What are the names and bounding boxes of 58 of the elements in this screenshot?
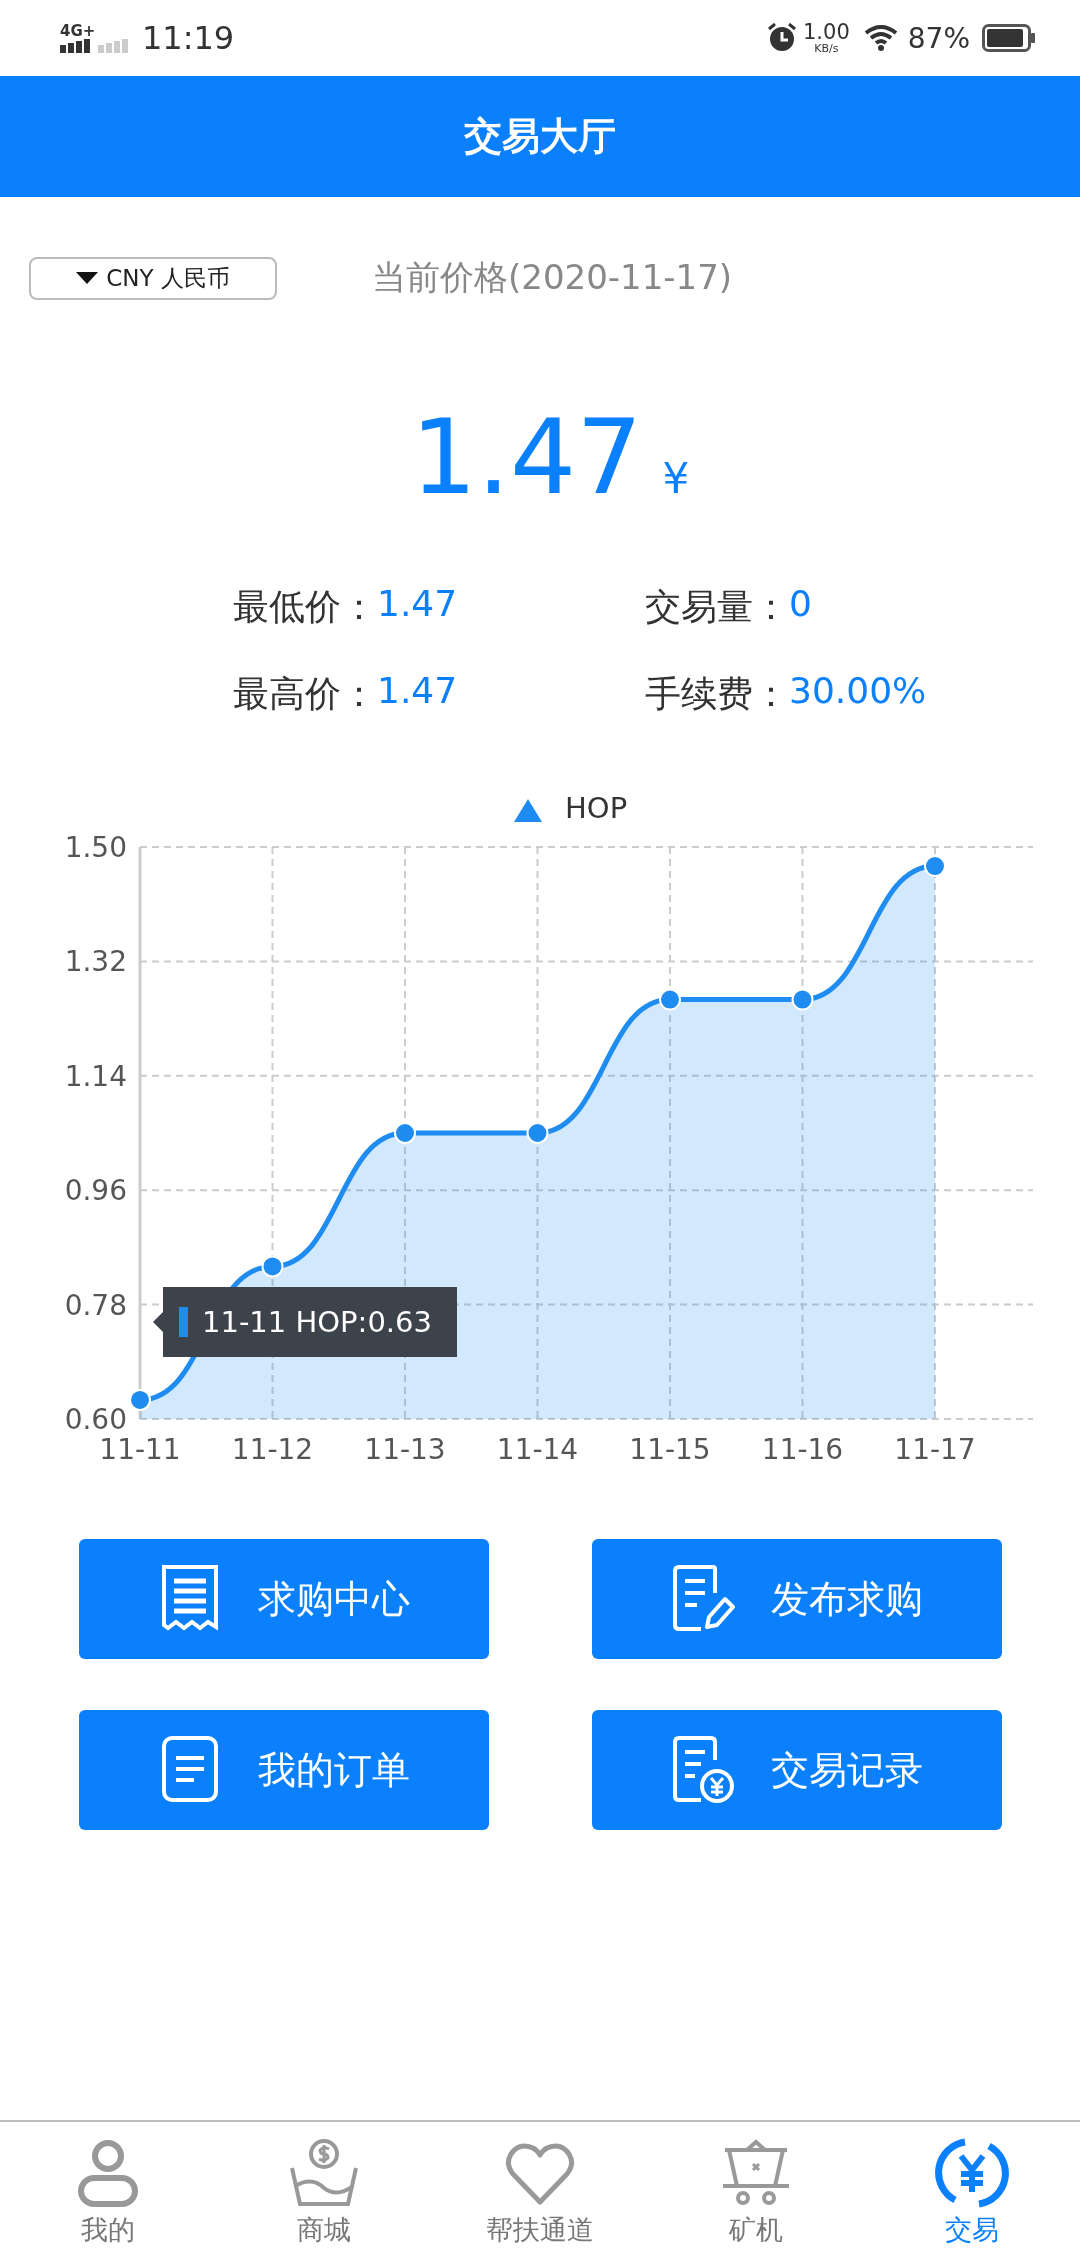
point bbox=[129, 1388, 151, 1411]
stat-value: 30.00% bbox=[789, 670, 927, 713]
y-axis-label: 0.78 bbox=[64, 1288, 127, 1322]
x-axis-label: 11-13 bbox=[364, 1433, 446, 1466]
action-button[interactable]: 我的订单 bbox=[79, 1710, 489, 1830]
y-axis-label: 0.60 bbox=[64, 1403, 127, 1436]
action-button[interactable]: 发布求购 bbox=[592, 1539, 1002, 1659]
x-axis-label: 11-14 bbox=[496, 1433, 579, 1466]
legend-icon bbox=[514, 799, 542, 822]
nav-tab[interactable]: 矿机 bbox=[648, 2122, 864, 2256]
caret-icon bbox=[76, 272, 99, 284]
nav-tab[interactable]: 帮扶通道 bbox=[432, 2122, 648, 2256]
document-yen-icon bbox=[671, 1734, 735, 1806]
nav-tab[interactable]: 交易 bbox=[864, 2122, 1080, 2256]
signal-icon bbox=[60, 38, 128, 53]
point bbox=[526, 1122, 549, 1144]
point bbox=[791, 988, 814, 1011]
nav-tab[interactable]: 我的 bbox=[0, 2122, 216, 2256]
stat-value: 1.47 bbox=[377, 583, 458, 626]
stat-label: 交易量： bbox=[645, 585, 789, 629]
currency-symbol: ¥ bbox=[662, 454, 690, 503]
x-axis-label: 11-17 bbox=[894, 1433, 976, 1466]
stat-label: 最低价： bbox=[233, 585, 377, 629]
wifi-icon bbox=[863, 25, 898, 51]
alarm-icon bbox=[767, 23, 797, 53]
point bbox=[659, 988, 681, 1011]
point bbox=[924, 855, 946, 878]
currency-dropdown[interactable]: CNY 人民币 bbox=[29, 256, 277, 300]
point bbox=[261, 1255, 284, 1278]
stat-value: 0 bbox=[789, 583, 812, 626]
y-axis-label: 0.96 bbox=[64, 1174, 127, 1208]
battery-percent: 87% bbox=[907, 21, 970, 55]
price-date: 当前价格(2020-11-17) bbox=[372, 256, 733, 299]
legend-label: HOP bbox=[565, 791, 628, 825]
x-axis-label: 11-15 bbox=[629, 1433, 711, 1466]
y-axis-label: 1.32 bbox=[64, 945, 127, 979]
network-type: 4G+ bbox=[60, 23, 97, 39]
action-button[interactable]: 求购中心 bbox=[79, 1539, 489, 1659]
nav-tab[interactable]: 商城 bbox=[216, 2122, 432, 2256]
y-axis-label: 1.50 bbox=[64, 831, 127, 864]
action-button[interactable]: 交易记录 bbox=[592, 1710, 1002, 1830]
y-axis-label: 1.14 bbox=[64, 1059, 127, 1093]
x-axis-label: 11-12 bbox=[231, 1433, 314, 1466]
stat-label: 手续费： bbox=[645, 672, 789, 716]
page-title: 交易大厅 bbox=[464, 113, 616, 160]
network-speed: 1.00 bbox=[803, 22, 850, 43]
point bbox=[394, 1122, 416, 1144]
tooltip-text: 11-11 HOP:0.63 bbox=[202, 1305, 432, 1339]
stat-label: 最高价： bbox=[233, 672, 377, 716]
series-marker-icon bbox=[179, 1307, 188, 1337]
speed-unit: KB/s bbox=[814, 43, 839, 54]
battery-icon bbox=[982, 24, 1036, 52]
x-axis-label: 11-16 bbox=[761, 1433, 844, 1466]
yen-exchange-icon bbox=[935, 2136, 1009, 2210]
clock-time: 11:19 bbox=[142, 19, 235, 57]
stat-value: 1.47 bbox=[377, 670, 458, 713]
x-axis-label: 11-11 bbox=[99, 1433, 181, 1466]
current-price: 1.47 bbox=[410, 396, 643, 518]
